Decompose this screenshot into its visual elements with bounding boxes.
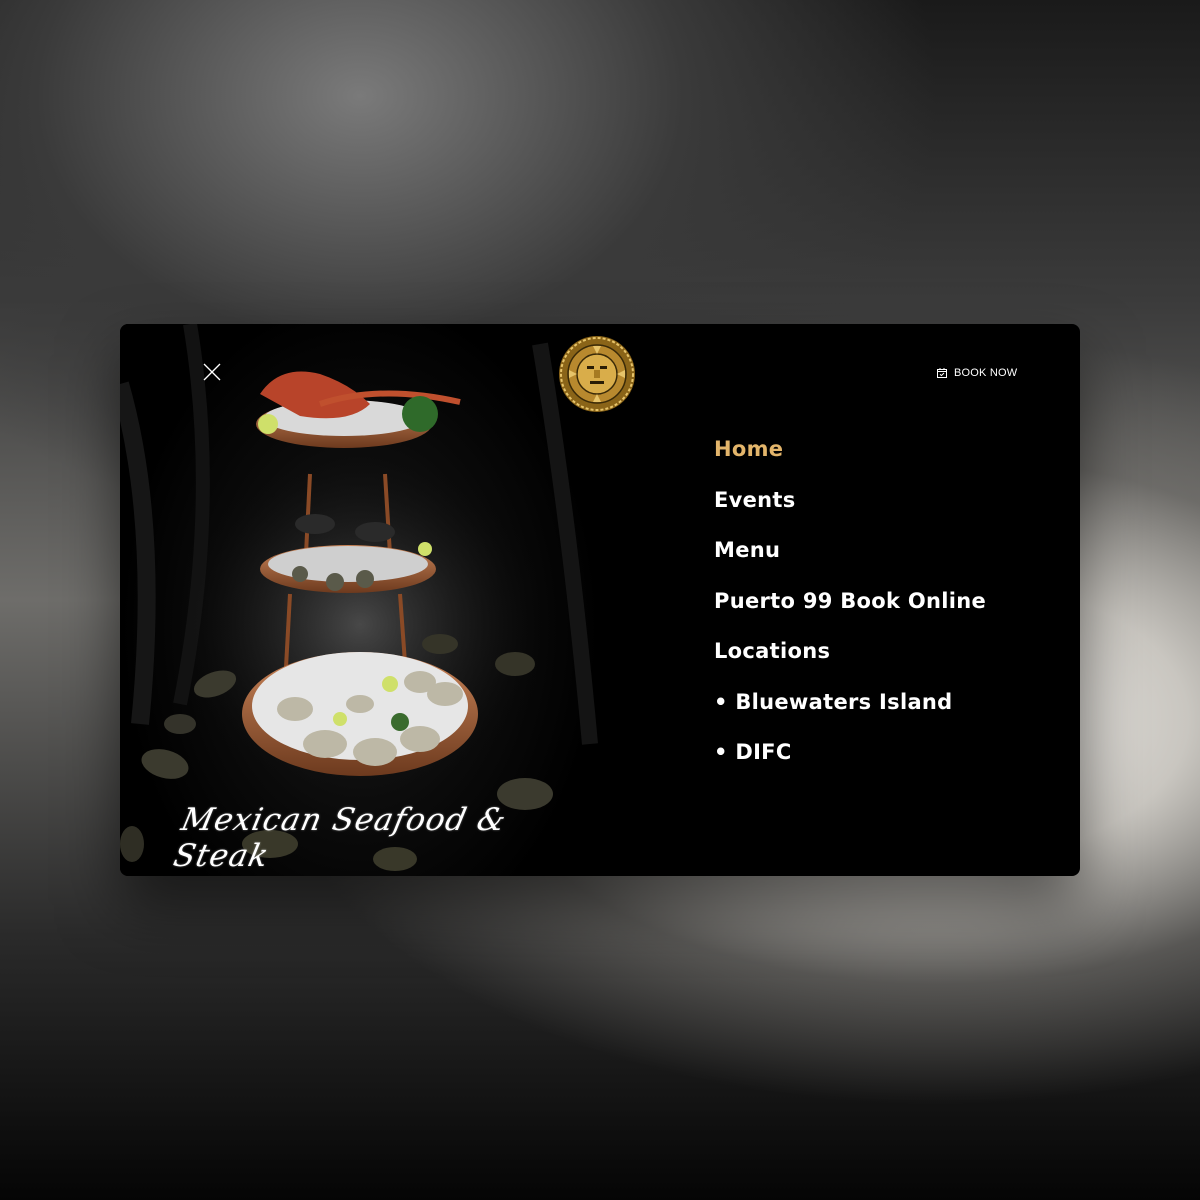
aztec-sun-logo-icon xyxy=(559,336,635,412)
hero-image: Mexican Seafood & Steak xyxy=(120,324,600,876)
book-now-label: BOOK NOW xyxy=(954,367,1018,379)
main-nav: Home Events Menu Puerto 99 Book Online L… xyxy=(714,431,986,785)
nav-item-bluewaters-island[interactable]: • Bluewaters Island xyxy=(714,684,986,735)
nav-item-book-online[interactable]: Puerto 99 Book Online xyxy=(714,583,986,634)
seafood-tower-illustration xyxy=(120,324,598,871)
nav-item-events[interactable]: Events xyxy=(714,482,986,533)
calendar-check-icon xyxy=(937,368,947,378)
close-icon xyxy=(203,363,221,381)
nav-item-difc[interactable]: • DIFC xyxy=(714,734,986,785)
nav-item-menu[interactable]: Menu xyxy=(714,532,986,583)
menu-overlay: Mexican Seafood & Steak BOOK NOW Home Ev… xyxy=(120,324,1080,876)
book-now-button[interactable]: BOOK NOW xyxy=(936,364,1017,382)
brand-logo[interactable] xyxy=(557,334,637,414)
nav-item-home[interactable]: Home xyxy=(714,431,986,482)
hero-tagline: Mexican Seafood & Steak xyxy=(170,802,510,874)
nav-item-locations[interactable]: Locations xyxy=(714,633,986,684)
close-button[interactable] xyxy=(200,360,224,384)
